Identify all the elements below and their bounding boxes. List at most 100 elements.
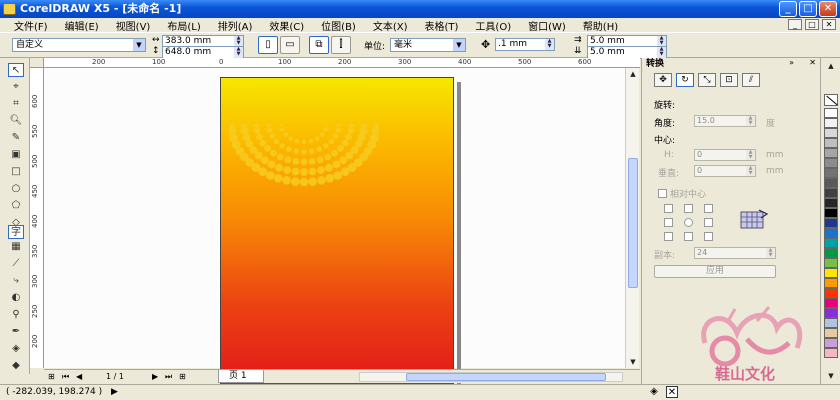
- relative-center-checkbox[interactable]: [658, 189, 667, 198]
- fill-indicator-icon[interactable]: ◈: [648, 386, 660, 398]
- first-page-icon[interactable]: ⏮: [62, 371, 69, 383]
- anchor-checkbox[interactable]: [684, 204, 693, 213]
- connector-tool-icon[interactable]: ⤷: [8, 274, 24, 288]
- anchor-checkbox[interactable]: [704, 218, 713, 227]
- dot-pattern[interactable]: [229, 124, 379, 194]
- color-swatch[interactable]: [824, 198, 838, 208]
- drawing-canvas[interactable]: [44, 68, 625, 393]
- blend-tool-icon[interactable]: ◐: [8, 291, 24, 305]
- current-page-button[interactable]: ⫿: [331, 36, 351, 54]
- doc-restore-button[interactable]: □: [805, 19, 819, 30]
- doc-close-button[interactable]: ✕: [822, 19, 836, 30]
- color-swatch[interactable]: [824, 288, 838, 298]
- color-swatch[interactable]: [824, 278, 838, 288]
- vertical-ruler[interactable]: 600 550 500 450 400 350 300 250 200: [30, 68, 44, 368]
- rectangle-tool-icon[interactable]: □: [8, 165, 24, 179]
- menu-view[interactable]: 视图(V): [116, 18, 151, 33]
- spinner-icon[interactable]: ▲ ▼: [746, 166, 755, 176]
- page-rectangle[interactable]: [220, 77, 454, 393]
- dimension-tool-icon[interactable]: ⟋: [8, 257, 24, 271]
- all-pages-button[interactable]: ⧉: [309, 36, 329, 54]
- menu-help[interactable]: 帮助(H): [583, 18, 618, 33]
- color-swatch[interactable]: [824, 258, 838, 268]
- spinner-icon[interactable]: ▲ ▼: [766, 248, 775, 258]
- color-swatch[interactable]: [824, 308, 838, 318]
- eyedropper-tool-icon[interactable]: ⚲: [8, 308, 24, 322]
- menu-edit[interactable]: 编辑(E): [65, 18, 99, 33]
- close-button[interactable]: ✕: [819, 1, 837, 17]
- horizontal-scrollbar[interactable]: [359, 372, 623, 382]
- shape-tool-icon[interactable]: ⌖: [8, 80, 24, 94]
- anchor-checkbox[interactable]: [664, 232, 673, 241]
- crop-tool-icon[interactable]: ⌗: [8, 97, 24, 111]
- color-swatch[interactable]: [824, 178, 838, 188]
- position-tab-icon[interactable]: ✥: [654, 73, 672, 87]
- polygon-tool-icon[interactable]: ⬠: [8, 199, 24, 213]
- ellipse-tool-icon[interactable]: ○: [8, 182, 24, 196]
- docker-close-icon[interactable]: ✕: [809, 58, 816, 67]
- pick-tool-icon[interactable]: ↖: [8, 63, 24, 77]
- color-swatch[interactable]: [824, 268, 838, 278]
- menu-window[interactable]: 窗口(W): [528, 18, 566, 33]
- table-tool-icon[interactable]: ▦: [8, 240, 24, 254]
- spinner-icon[interactable]: ▲ ▼: [746, 150, 755, 160]
- scroll-up-icon[interactable]: ▲: [626, 68, 640, 80]
- spinner-icon[interactable]: ▲ ▼: [545, 39, 554, 50]
- menu-arrange[interactable]: 排列(A): [218, 18, 253, 33]
- skew-tab-icon[interactable]: ⫽: [742, 73, 760, 87]
- color-swatch[interactable]: [824, 338, 838, 348]
- size-tab-icon[interactable]: ⊡: [720, 73, 738, 87]
- center-h-field[interactable]: 0 ▲ ▼: [694, 149, 756, 161]
- scroll-down-icon[interactable]: ▼: [626, 356, 640, 368]
- anchor-checkbox[interactable]: [684, 218, 693, 227]
- fill-tool-icon[interactable]: ◈: [8, 342, 24, 356]
- maximize-button[interactable]: □: [799, 1, 817, 17]
- color-swatch[interactable]: [824, 328, 838, 338]
- color-swatch[interactable]: [824, 118, 838, 128]
- unit-dropdown[interactable]: 毫米 ▼: [390, 38, 466, 52]
- smart-fill-tool-icon[interactable]: ▣: [8, 148, 24, 162]
- ruler-origin[interactable]: [30, 58, 44, 68]
- anchor-checkbox[interactable]: [704, 232, 713, 241]
- color-swatch[interactable]: [824, 218, 838, 228]
- color-swatch[interactable]: [824, 208, 838, 218]
- vertical-scrollbar[interactable]: ▲ ▼: [625, 68, 639, 368]
- color-swatch[interactable]: [824, 238, 838, 248]
- menu-table[interactable]: 表格(T): [425, 18, 459, 33]
- color-swatch[interactable]: [824, 158, 838, 168]
- copies-field[interactable]: 24 ▲ ▼: [694, 247, 776, 259]
- spinner-icon[interactable]: ▲ ▼: [746, 116, 755, 126]
- menu-layout[interactable]: 布局(L): [167, 18, 200, 33]
- apply-button[interactable]: 应用: [654, 265, 776, 278]
- color-swatch[interactable]: [824, 138, 838, 148]
- status-expand-icon[interactable]: ▶: [111, 387, 118, 397]
- menu-text[interactable]: 文本(X): [373, 18, 408, 33]
- spinner-icon[interactable]: ▲ ▼: [657, 47, 666, 58]
- color-swatch[interactable]: [824, 188, 838, 198]
- nudge-field[interactable]: .1 mm ▲ ▼: [495, 38, 555, 51]
- color-swatch[interactable]: [824, 108, 838, 118]
- color-swatch[interactable]: [824, 298, 838, 308]
- page-tab[interactable]: 页 1: [218, 370, 264, 383]
- anchor-checkbox[interactable]: [664, 204, 673, 213]
- outline-indicator-icon[interactable]: ✕: [666, 386, 678, 398]
- text-tool-icon[interactable]: 字: [8, 225, 24, 239]
- add-page-icon[interactable]: ⊞: [48, 371, 55, 383]
- color-swatch[interactable]: [824, 168, 838, 178]
- next-page-icon[interactable]: ▶: [152, 371, 158, 383]
- color-swatch[interactable]: [824, 228, 838, 238]
- vertical-scroll-thumb[interactable]: [628, 158, 638, 288]
- prev-page-icon[interactable]: ◀: [76, 371, 82, 383]
- portrait-button[interactable]: ▯: [258, 36, 278, 54]
- rotate-tab-icon[interactable]: ↻: [676, 73, 694, 87]
- color-swatch[interactable]: [824, 318, 838, 328]
- palette-up-icon[interactable]: ▲: [824, 60, 838, 72]
- minimize-button[interactable]: _: [779, 1, 797, 17]
- menu-effects[interactable]: 效果(C): [269, 18, 304, 33]
- page-preset-dropdown[interactable]: 自定义 ▼: [12, 38, 146, 52]
- zoom-tool-icon[interactable]: 🔍︎: [8, 114, 24, 128]
- anchor-checkbox[interactable]: [684, 232, 693, 241]
- color-swatch[interactable]: [824, 248, 838, 258]
- scale-tab-icon[interactable]: ⤡: [698, 73, 716, 87]
- spinner-icon[interactable]: ▲ ▼: [234, 47, 243, 58]
